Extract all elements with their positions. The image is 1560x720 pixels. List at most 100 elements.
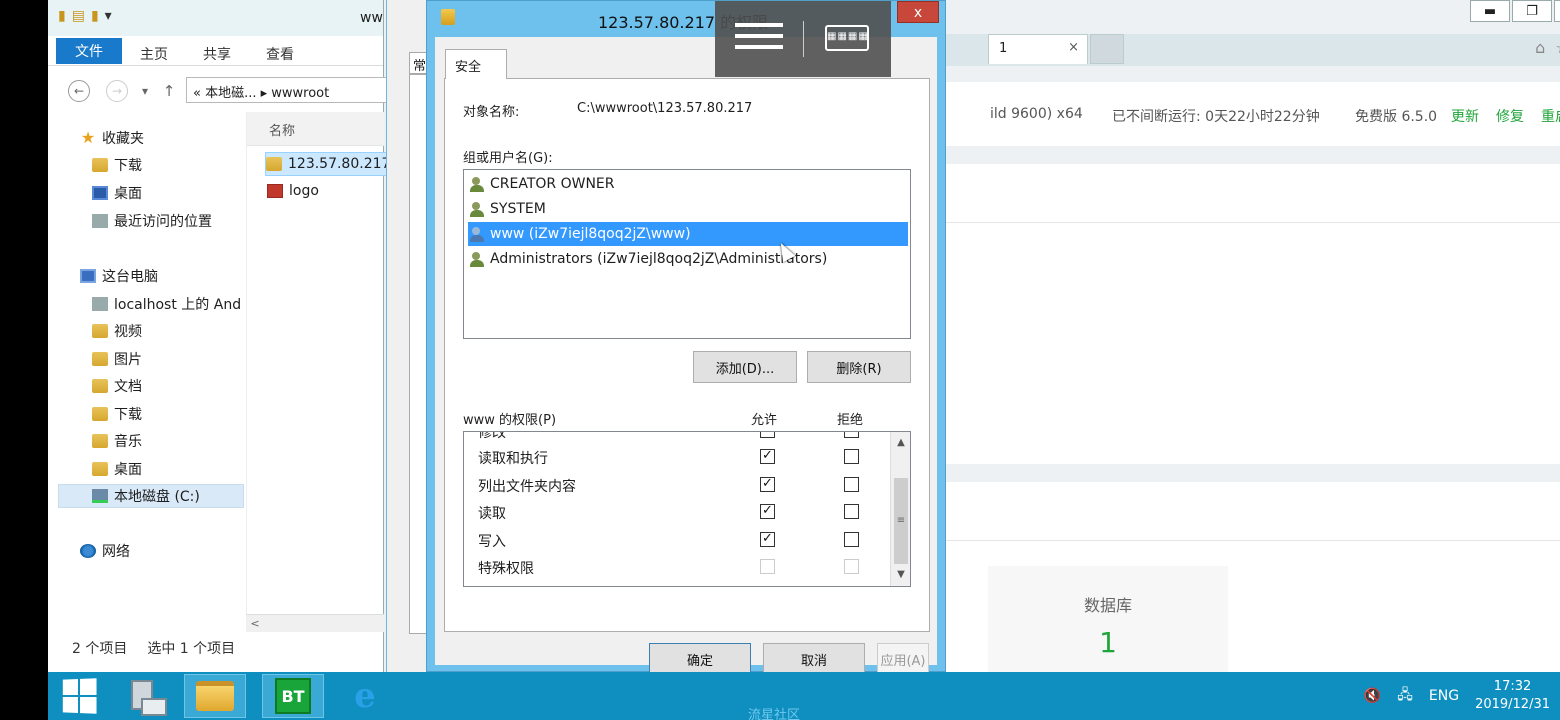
- nav-pictures[interactable]: 图片: [92, 347, 142, 371]
- nav-desktop-pc[interactable]: 桌面: [92, 457, 142, 481]
- new-folder-icon[interactable]: ▮: [91, 8, 99, 24]
- minimize-button[interactable]: ▬: [1470, 0, 1510, 22]
- nav-label: 图片: [114, 352, 142, 368]
- database-stat[interactable]: 数据库 1: [988, 566, 1228, 676]
- recent-places-icon: [92, 214, 108, 228]
- chevron-down-icon[interactable]: ▾: [105, 8, 112, 24]
- forward-arrow-icon[interactable]: →: [106, 80, 128, 102]
- remote-control-overlay: ▦▦▦▦: [715, 1, 891, 77]
- scroll-left-icon[interactable]: <: [246, 615, 264, 633]
- hamburger-menu-icon[interactable]: [735, 23, 783, 56]
- scroll-up-icon[interactable]: ▲: [891, 434, 910, 452]
- explorer-title: ww: [360, 10, 383, 26]
- ok-button[interactable]: 确定: [649, 643, 751, 675]
- dialog-close-button[interactable]: x: [897, 1, 939, 23]
- taskbar-bt-panel[interactable]: BT: [262, 674, 324, 718]
- restore-button[interactable]: ❐: [1512, 0, 1552, 22]
- desktop-folder-icon: [92, 462, 108, 476]
- nav-label: 这台电脑: [102, 269, 158, 285]
- file-item[interactable]: logo: [267, 179, 319, 203]
- user-item-system[interactable]: SYSTEM: [468, 197, 908, 221]
- apply-button[interactable]: 应用(A): [877, 643, 929, 675]
- up-arrow-icon[interactable]: ↑: [158, 80, 180, 102]
- properties-icon[interactable]: ▤: [72, 8, 85, 24]
- nav-localhost[interactable]: localhost 上的 And: [92, 292, 241, 316]
- tab-share[interactable]: 共享: [203, 44, 231, 64]
- nav-downloads[interactable]: 下载: [92, 153, 142, 177]
- allow-checkbox[interactable]: ✓: [760, 449, 775, 464]
- allow-checkbox[interactable]: ✓: [760, 432, 775, 438]
- file-item[interactable]: 123.57.80.217: [265, 152, 395, 176]
- file-name: 123.57.80.217: [288, 156, 391, 172]
- user-item-administrators[interactable]: Administrators (iZw7iejl8qoq2jZ\Administ…: [468, 247, 908, 271]
- repair-link[interactable]: 修复: [1496, 106, 1524, 126]
- new-tab-button[interactable]: [1090, 34, 1124, 64]
- recent-dropdown-icon[interactable]: ▾: [134, 80, 156, 102]
- clock[interactable]: 17:32 2019/12/31: [1475, 678, 1550, 714]
- cancel-button[interactable]: 取消: [763, 643, 865, 675]
- keyboard-icon[interactable]: ▦▦▦▦: [825, 25, 869, 51]
- scroll-down-icon[interactable]: ▼: [891, 566, 910, 584]
- nav-recent[interactable]: 最近访问的位置: [92, 209, 212, 233]
- update-link[interactable]: 更新: [1451, 106, 1479, 126]
- database-label: 数据库: [1083, 596, 1132, 615]
- nav-downloads-pc[interactable]: 下载: [92, 402, 142, 426]
- perm-row-read-execute: 读取和执行 ✓: [464, 444, 888, 470]
- speaker-muted-icon[interactable]: 🔇: [1364, 688, 1381, 704]
- explorer-statusbar: 2 个项目 选中 1 个项目: [48, 636, 383, 660]
- tab-security[interactable]: 安全: [445, 49, 507, 79]
- language-indicator[interactable]: ENG: [1429, 688, 1459, 704]
- network-tray-icon[interactable]: 🖧: [1397, 684, 1413, 708]
- add-button[interactable]: 添加(D)...: [693, 351, 797, 383]
- nav-network[interactable]: 网络: [80, 539, 130, 563]
- nav-favorites[interactable]: ★ 收藏夹: [80, 126, 144, 150]
- nav-local-disk[interactable]: 本地磁盘 (C:): [58, 484, 244, 508]
- allow-checkbox[interactable]: ✓: [760, 532, 775, 547]
- taskbar-file-explorer[interactable]: [184, 674, 246, 718]
- nav-music[interactable]: 音乐: [92, 429, 142, 453]
- image-file-icon: [267, 184, 283, 198]
- browser-tab[interactable]: 1 ×: [988, 34, 1088, 64]
- tab-home[interactable]: 主页: [140, 44, 168, 64]
- security-panel: 对象名称: C:\wwwroot\123.57.80.217 组或用户名(G):…: [444, 78, 930, 632]
- nav-videos[interactable]: 视频: [92, 319, 142, 343]
- horizontal-scrollbar[interactable]: <: [246, 614, 384, 632]
- folder-icon[interactable]: ▮: [58, 8, 66, 24]
- column-header-name[interactable]: 名称: [247, 112, 384, 146]
- back-arrow-icon[interactable]: ←: [68, 80, 90, 102]
- remove-button[interactable]: 删除(R): [807, 351, 911, 383]
- tab-close-icon[interactable]: ×: [1068, 40, 1079, 55]
- star-icon[interactable]: ☆: [1555, 38, 1560, 57]
- allow-checkbox[interactable]: ✓: [760, 477, 775, 492]
- user-item-creator-owner[interactable]: CREATOR OWNER: [468, 172, 908, 196]
- videos-folder-icon: [92, 324, 108, 338]
- permissions-dialog: 123.57.80.217 的权限 x 安全 对象名称: C:\wwwroot\…: [426, 0, 946, 675]
- user-listbox[interactable]: CREATOR OWNER SYSTEM www (iZw7iejl8qoq2j…: [463, 169, 911, 339]
- nav-label: 桌面: [114, 186, 142, 202]
- bt-panel-browser: ▬ ❐ ✕ 1 × ⌂ ☆ ⚙ ild 9600) x64 已不间断运行: 0天…: [928, 0, 1560, 682]
- home-icon[interactable]: ⌂: [1535, 38, 1545, 57]
- deny-checkbox[interactable]: [844, 477, 859, 492]
- taskbar-internet-explorer[interactable]: e: [334, 674, 396, 718]
- address-input[interactable]: « 本地磁... ▸ wwwroot: [186, 77, 396, 103]
- allow-checkbox[interactable]: ✓: [760, 504, 775, 519]
- server-manager-icon: [127, 678, 167, 716]
- browser-tabstrip: 1 ×: [928, 34, 1560, 66]
- permissions-scrollbar[interactable]: ▲ ≡ ▼: [890, 432, 910, 586]
- start-button[interactable]: [48, 674, 110, 718]
- taskbar-server-manager[interactable]: [114, 674, 176, 718]
- tab-view[interactable]: 查看: [266, 44, 294, 64]
- nav-this-pc[interactable]: 这台电脑: [80, 264, 158, 288]
- deny-checkbox[interactable]: [844, 504, 859, 519]
- user-item-www[interactable]: www (iZw7iejl8qoq2jZ\www): [468, 222, 908, 246]
- nav-documents[interactable]: 文档: [92, 374, 142, 398]
- nav-desktop[interactable]: 桌面: [92, 181, 142, 205]
- pictures-folder-icon: [92, 352, 108, 366]
- scroll-thumb[interactable]: ≡: [894, 478, 908, 564]
- deny-checkbox[interactable]: [844, 449, 859, 464]
- close-window-button[interactable]: ✕: [1554, 0, 1560, 22]
- deny-checkbox[interactable]: [844, 432, 859, 438]
- restart-link[interactable]: 重启: [1541, 106, 1560, 126]
- tab-file[interactable]: 文件: [56, 38, 122, 64]
- deny-checkbox[interactable]: [844, 532, 859, 547]
